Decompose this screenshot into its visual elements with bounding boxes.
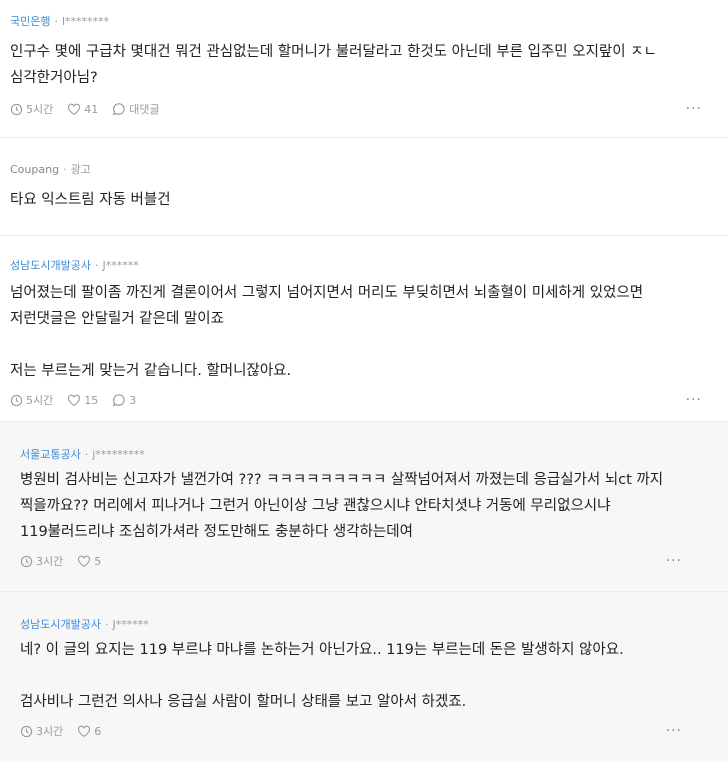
timestamp: 3시간 — [20, 553, 63, 569]
comment-meta: 성남도시개발공사 · J****** — [10, 258, 708, 274]
author-company[interactable]: 국민은행 — [10, 14, 50, 30]
meta-separator: · — [104, 618, 109, 631]
ad-comment: Coupang · 광고 타요 익스트림 자동 버블건 — [0, 138, 728, 236]
clock-icon — [20, 725, 33, 737]
comment: 성남도시개발공사 · J****** 넘어졌는데 팔이좀 까진게 결론이어서 그… — [0, 236, 728, 422]
meta-separator: · — [54, 15, 58, 28]
advertiser-name[interactable]: Coupang — [10, 162, 59, 178]
author-name: J****** — [102, 259, 139, 272]
comment-actions: 5시간 41 대댓글 ··· — [10, 99, 708, 119]
comment-meta: 서울교통공사 · j********* — [20, 447, 708, 463]
like-count: 6 — [94, 724, 102, 738]
more-options-icon[interactable]: ··· — [666, 553, 682, 569]
comment-actions: 3시간 6 ··· — [20, 721, 708, 741]
timestamp: 5시간 — [10, 392, 53, 408]
timestamp-label: 3시간 — [36, 555, 64, 568]
timestamp: 5시간 — [10, 101, 53, 117]
reply-count-button[interactable]: 3 — [112, 393, 136, 407]
like-count: 15 — [84, 393, 99, 407]
heart-icon — [68, 394, 81, 406]
ad-text[interactable]: 타요 익스트림 자동 버블건 — [10, 187, 708, 213]
like-button[interactable]: 5 — [77, 555, 101, 568]
like-button[interactable]: 15 — [67, 394, 98, 407]
comment: 국민은행 · l******** 인구수 몇에 구급차 몇대건 뭐건 관심없는데… — [0, 0, 728, 138]
comment-meta: 성남도시개발공사 · J****** — [20, 617, 708, 633]
like-button[interactable]: 41 — [67, 103, 98, 116]
ad-label: 광고 — [70, 163, 91, 176]
comment-meta: 국민은행 · l******** — [10, 14, 708, 30]
more-options-icon[interactable]: ··· — [686, 392, 702, 408]
like-count: 41 — [84, 102, 99, 116]
comment-text: 병원비 검사비는 신고자가 낼껀가여 ??? ㅋㅋㅋㅋㅋㅋㅋㅋㅋ 살짝넘어져서 … — [20, 472, 668, 540]
more-options-icon[interactable]: ··· — [686, 101, 702, 117]
author-company[interactable]: 서울교통공사 — [20, 447, 81, 463]
timestamp-label: 3시간 — [36, 725, 64, 738]
more-options-icon[interactable]: ··· — [666, 723, 682, 739]
meta-separator: · — [84, 448, 89, 461]
meta-separator: · — [63, 163, 67, 176]
comment-actions: 3시간 5 ··· — [20, 551, 708, 571]
comment-actions: 5시간 15 3 ··· — [10, 390, 708, 410]
heart-icon — [78, 725, 91, 737]
speech-bubble-icon — [113, 103, 125, 116]
reply-count: 3 — [129, 393, 137, 407]
comment-thread: 국민은행 · l******** 인구수 몇에 구급차 몇대건 뭐건 관심없는데… — [0, 0, 728, 762]
author-name: l******** — [61, 15, 110, 28]
meta-separator: · — [94, 259, 99, 272]
clock-icon — [10, 394, 23, 406]
comment-text: 네? 이 글의 요지는 119 부르냐 마냐를 논하는거 아닌가요.. 119는… — [20, 642, 624, 710]
timestamp-label: 5시간 — [26, 103, 54, 116]
clock-icon — [10, 103, 23, 115]
speech-bubble-icon — [113, 394, 125, 407]
timestamp: 3시간 — [20, 723, 63, 739]
reply-comment: 성남도시개발공사 · J****** 네? 이 글의 요지는 119 부르냐 마… — [0, 592, 728, 762]
like-count: 5 — [94, 554, 102, 568]
comment-text: 넘어졌는데 팔이좀 까진게 결론이어서 그렇지 넘어지면서 머리도 부딪히면서 … — [10, 285, 644, 379]
reply-label: 대댓글 — [129, 103, 160, 116]
author-name: J****** — [112, 618, 149, 631]
author-company[interactable]: 성남도시개발공사 — [20, 617, 101, 633]
author-name: j********* — [92, 448, 145, 461]
comment-meta: Coupang · 광고 — [10, 162, 708, 178]
comment-text: 인구수 몇에 구급차 몇대건 뭐건 관심없는데 할머니가 불러달라고 한것도 아… — [10, 44, 662, 86]
clock-icon — [20, 555, 33, 567]
heart-icon — [78, 555, 91, 567]
heart-icon — [68, 103, 81, 115]
like-button[interactable]: 6 — [77, 725, 101, 738]
reply-button[interactable]: 대댓글 — [112, 101, 160, 117]
timestamp-label: 5시간 — [26, 394, 54, 407]
author-company[interactable]: 성남도시개발공사 — [10, 258, 91, 274]
reply-comment: 서울교통공사 · j********* 병원비 검사비는 신고자가 낼껀가여 ?… — [0, 422, 728, 592]
